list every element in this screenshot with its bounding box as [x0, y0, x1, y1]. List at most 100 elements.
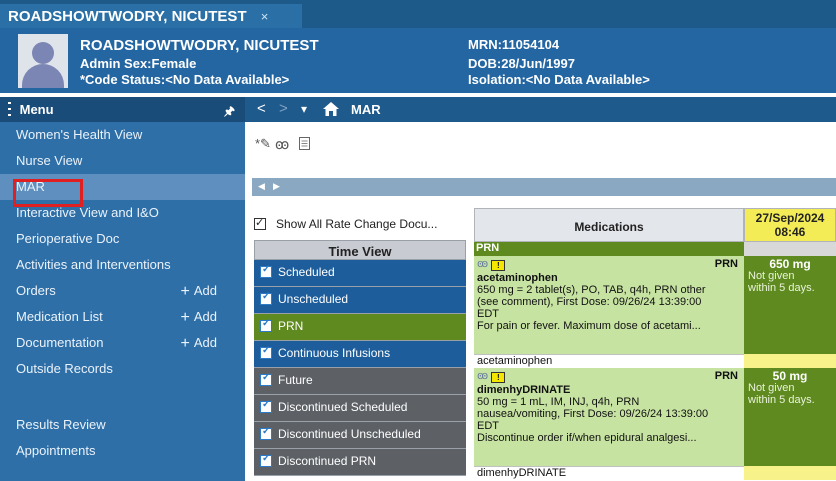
- checkbox[interactable]: [260, 318, 272, 332]
- patient-tab[interactable]: ROADSHOWTWODRY, NICUTEST ×: [0, 4, 302, 28]
- time-view-prn[interactable]: PRN: [254, 314, 466, 341]
- sidebar-item-label: Outside Records: [16, 361, 113, 376]
- show-all-rate-change[interactable]: Show All Rate Change Docu...: [254, 216, 438, 231]
- close-tab-icon[interactable]: ×: [261, 9, 269, 24]
- date-column-header[interactable]: 27/Sep/2024 08:46: [744, 208, 836, 242]
- med-order-line: nausea/vomiting, First Dose: 09/26/24 13…: [477, 408, 709, 420]
- plus-icon: +: [180, 283, 190, 300]
- med-order-cell[interactable]: ꙭ ! PRN dimenhyDRINATE 50 mg = 1 mL, IM,…: [474, 368, 744, 466]
- sidebar-item-orders[interactable]: Orders + Add: [0, 278, 245, 304]
- time-view-label: Continuous Infusions: [278, 346, 391, 360]
- add-label: Add: [193, 309, 217, 324]
- dose-value: 650 mg: [769, 257, 811, 271]
- time-view-label: Unscheduled: [278, 292, 349, 306]
- time-view-label: Discontinued PRN: [278, 454, 377, 468]
- glasses-icon[interactable]: ꙭ: [275, 136, 289, 153]
- avatar-body: [22, 64, 64, 88]
- med-order-line: EDT: [477, 420, 499, 432]
- sidebar-item-documentation[interactable]: Documentation + Add: [0, 330, 245, 356]
- sidebar-item-label: Activities and Interventions: [16, 257, 171, 272]
- plus-icon: +: [180, 335, 190, 352]
- sidebar-item-appointments[interactable]: Appointments: [0, 438, 245, 464]
- sidebar-item-womens-health-view[interactable]: Women's Health View: [0, 122, 245, 148]
- checkbox[interactable]: [260, 426, 272, 440]
- medications-column-header[interactable]: Medications: [474, 208, 744, 242]
- timeline-scroll-strip[interactable]: ◀ ▶: [252, 178, 836, 196]
- avatar-head: [32, 42, 54, 64]
- sidebar-item-results-review[interactable]: Results Review: [0, 412, 245, 438]
- checkbox[interactable]: [260, 264, 272, 278]
- checkbox[interactable]: [260, 453, 272, 467]
- med-tag: PRN: [714, 258, 738, 270]
- history-dropdown[interactable]: ▾: [301, 102, 307, 116]
- med-short-name: acetaminophen: [474, 354, 744, 368]
- sidebar-item-label: Interactive View and I&O: [16, 205, 159, 220]
- time-view-label: Scheduled: [278, 265, 335, 279]
- sidebar-item-label: Appointments: [16, 443, 96, 458]
- menu-title: Menu: [19, 102, 54, 117]
- sidebar-item-medication-list[interactable]: Medication List + Add: [0, 304, 245, 330]
- patient-tab-label: ROADSHOWTWODRY, NICUTEST: [8, 8, 247, 25]
- time-view-continuous-infusions[interactable]: Continuous Infusions: [254, 341, 466, 368]
- alert-icon: !: [491, 260, 506, 271]
- show-all-checkbox[interactable]: [254, 216, 266, 230]
- patient-name: ROADSHOWTWODRY, NICUTEST: [80, 37, 319, 54]
- checkbox[interactable]: [260, 372, 272, 386]
- checkbox[interactable]: [260, 291, 272, 305]
- med-name: acetaminophen: [477, 272, 558, 284]
- med-order-cell[interactable]: ꙭ ! PRN acetaminophen 650 mg = 2 tablet(…: [474, 256, 744, 354]
- plus-icon: +: [180, 309, 190, 326]
- med-order-line: 650 mg = 2 tablet(s), PO, TAB, q4h, PRN …: [477, 284, 706, 296]
- time-view-discontinued-unscheduled[interactable]: Discontinued Unscheduled: [254, 422, 466, 449]
- add-orders-button[interactable]: + Add: [181, 283, 217, 301]
- med-order-line: 50 mg = 1 mL, IM, INJ, q4h, PRN: [477, 396, 640, 408]
- sidebar-item-outside-records[interactable]: Outside Records: [0, 356, 245, 382]
- add-documentation-button[interactable]: + Add: [181, 335, 217, 353]
- document-icon[interactable]: [299, 137, 310, 150]
- add-medication-button[interactable]: + Add: [181, 309, 217, 327]
- time-view-label: PRN: [278, 319, 304, 333]
- time-view-header: Time View: [254, 240, 466, 260]
- med-icons: ꙭ ! PRN: [477, 370, 741, 384]
- sidebar-item-perioperative-doc[interactable]: Perioperative Doc: [0, 226, 245, 252]
- new-order-icon[interactable]: *✎: [255, 136, 271, 152]
- date-header-time: 08:46: [774, 225, 806, 239]
- home-icon[interactable]: [323, 102, 339, 116]
- time-view-discontinued-scheduled[interactable]: Discontinued Scheduled: [254, 395, 466, 422]
- tab-strip: ROADSHOWTWODRY, NICUTEST ×: [0, 0, 836, 28]
- avatar: [18, 34, 68, 88]
- menu-dots-icon: [8, 102, 11, 116]
- scroll-left-icon[interactable]: ◀: [258, 181, 265, 192]
- time-view-discontinued-prn[interactable]: Discontinued PRN: [254, 449, 466, 476]
- pin-icon[interactable]: 🖈: [224, 102, 235, 123]
- time-view-scheduled[interactable]: Scheduled: [254, 260, 466, 287]
- mrn: MRN:11054104: [468, 37, 560, 52]
- prn-section-header: PRN: [474, 242, 744, 256]
- checkbox[interactable]: [260, 399, 272, 413]
- dose-cell[interactable]: 650 mg Not given within 5 days.: [744, 256, 836, 354]
- sidebar-item-label: Medication List: [16, 309, 103, 324]
- back-button[interactable]: <: [257, 100, 266, 117]
- sidebar-item-nurse-view[interactable]: Nurse View: [0, 148, 245, 174]
- sidebar-item-label: Nurse View: [16, 153, 83, 168]
- time-view-unscheduled[interactable]: Unscheduled: [254, 287, 466, 314]
- forward-button[interactable]: >: [279, 100, 288, 117]
- page-title: MAR: [351, 102, 381, 117]
- sidebar-item-activities[interactable]: Activities and Interventions: [0, 252, 245, 278]
- code-status: *Code Status:<No Data Available>: [80, 72, 290, 87]
- med-comment: For pain or fever. Maximum dose of aceta…: [477, 320, 701, 332]
- med-tag: PRN: [714, 370, 738, 382]
- add-label: Add: [193, 335, 217, 350]
- scroll-right-icon[interactable]: ▶: [273, 181, 280, 192]
- time-view-label: Discontinued Unscheduled: [278, 427, 421, 441]
- checkbox[interactable]: [260, 345, 272, 359]
- med-short-name: dimenhyDRINATE: [474, 466, 744, 480]
- isolation: Isolation:<No Data Available>: [468, 72, 650, 87]
- show-all-label: Show All Rate Change Docu...: [276, 217, 438, 231]
- dose-cell[interactable]: 50 mg Not given within 5 days.: [744, 368, 836, 466]
- sidebar-item-label: Orders: [16, 283, 56, 298]
- time-view-future[interactable]: Future: [254, 368, 466, 395]
- dose-filler: [744, 466, 836, 480]
- nav-bar: < > ▾ MAR: [245, 97, 836, 122]
- dose-value: 50 mg: [772, 369, 808, 383]
